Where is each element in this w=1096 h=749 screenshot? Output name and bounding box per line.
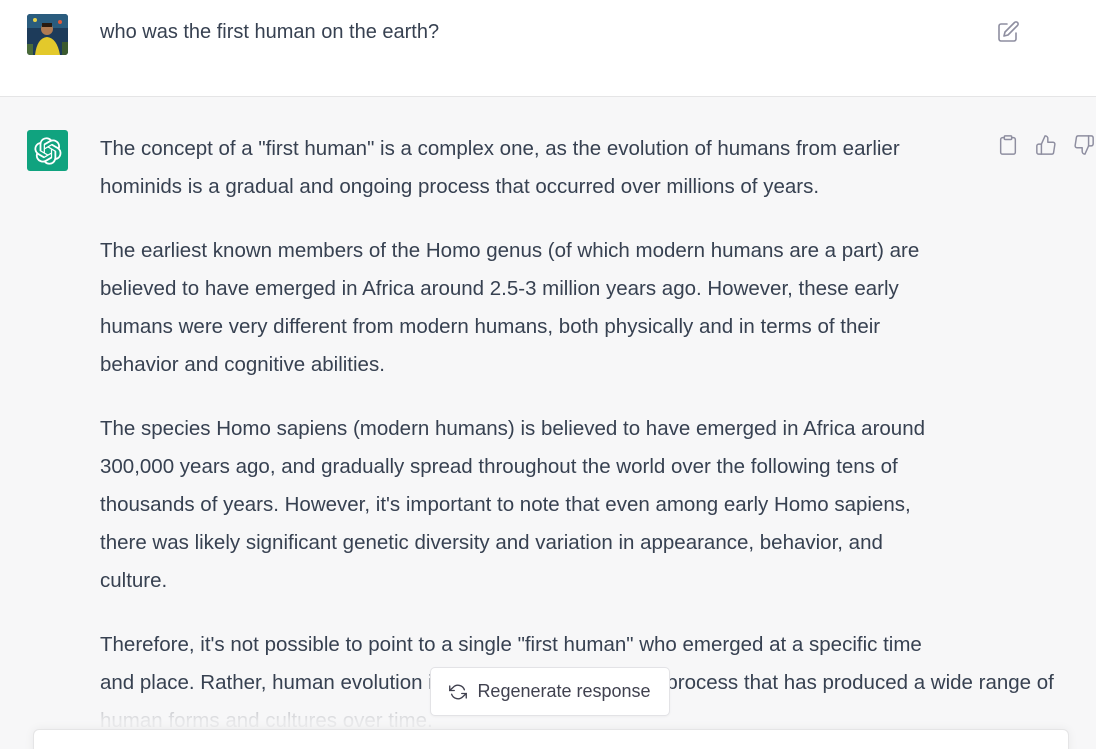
response-line: humans were very different from modern h… xyxy=(100,315,881,338)
message-actions xyxy=(996,133,1096,157)
response-paragraph: The species Homo sapiens (modern humans)… xyxy=(100,410,980,600)
response-line: Therefore, it's not possible to point to… xyxy=(100,633,922,656)
message-input-box[interactable] xyxy=(33,729,1069,749)
clipboard-icon xyxy=(999,135,1017,155)
thumbs-down-icon xyxy=(1074,135,1094,155)
response-line: there was likely significant genetic div… xyxy=(100,531,883,554)
regenerate-label: Regenerate response xyxy=(477,681,651,701)
thumbs-up-icon xyxy=(1036,135,1056,155)
edit-icon xyxy=(998,21,1019,42)
regenerate-response-button[interactable]: Regenerate response xyxy=(430,667,670,716)
response-line: The concept of a "first human" is a comp… xyxy=(100,137,900,160)
response-line: behavior and cognitive abilities. xyxy=(100,353,385,376)
response-line: The earliest known members of the Homo g… xyxy=(100,239,920,262)
user-avatar xyxy=(27,14,68,55)
edit-button[interactable] xyxy=(996,20,1020,44)
openai-logo-icon xyxy=(27,130,68,171)
assistant-message-row: The concept of a "first human" is a comp… xyxy=(0,97,1096,749)
response-paragraph: The earliest known members of the Homo g… xyxy=(100,232,980,384)
like-button[interactable] xyxy=(1034,133,1058,157)
assistant-response: The concept of a "first human" is a comp… xyxy=(100,130,1054,749)
dislike-button[interactable] xyxy=(1072,133,1096,157)
response-line: believed to have emerged in Africa aroun… xyxy=(100,277,899,300)
refresh-icon xyxy=(449,683,468,701)
response-line: The species Homo sapiens (modern humans)… xyxy=(100,417,925,440)
copy-button[interactable] xyxy=(996,133,1020,157)
user-message-row: who was the first human on the earth? xyxy=(0,0,1096,97)
user-message-text: who was the first human on the earth? xyxy=(100,21,440,43)
response-line: thousands of years. However, it's import… xyxy=(100,493,911,516)
response-line: hominids is a gradual and ongoing proces… xyxy=(100,175,820,198)
chat-page: who was the first human on the earth? Th… xyxy=(0,0,1096,749)
response-line: 300,000 years ago, and gradually spread … xyxy=(100,455,898,478)
response-paragraph: The concept of a "first human" is a comp… xyxy=(100,130,980,206)
response-line: culture. xyxy=(100,569,168,592)
